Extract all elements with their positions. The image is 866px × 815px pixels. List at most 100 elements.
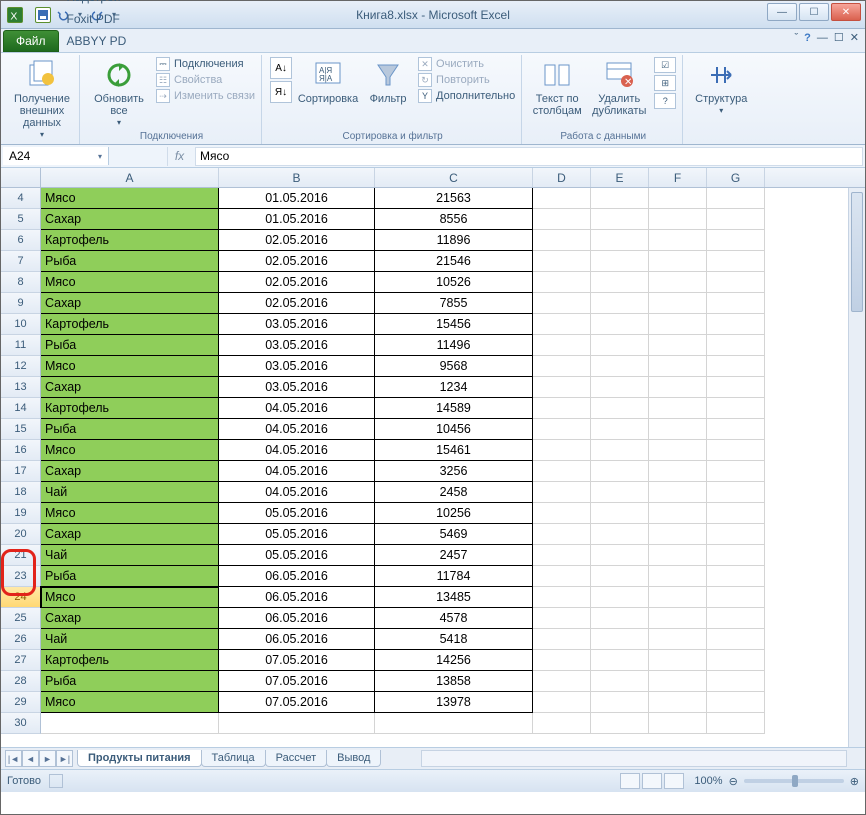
row-header[interactable]: 8 xyxy=(1,272,41,293)
col-header-E[interactable]: E xyxy=(591,168,649,187)
cell[interactable] xyxy=(219,713,375,734)
sheet-nav-first[interactable]: |◄ xyxy=(5,750,22,767)
macro-record-icon[interactable] xyxy=(49,774,63,788)
sheet-nav-last[interactable]: ►| xyxy=(56,750,73,767)
cell[interactable] xyxy=(707,671,765,692)
cell[interactable]: 15461 xyxy=(375,440,533,461)
cell[interactable] xyxy=(591,272,649,293)
cell[interactable]: 1234 xyxy=(375,377,533,398)
cell[interactable] xyxy=(649,587,707,608)
cell[interactable] xyxy=(707,482,765,503)
col-header-G[interactable]: G xyxy=(707,168,765,187)
cell[interactable] xyxy=(533,272,591,293)
cell[interactable]: Мясо xyxy=(41,692,219,713)
cell[interactable]: 07.05.2016 xyxy=(219,650,375,671)
cell[interactable] xyxy=(591,503,649,524)
cell[interactable]: 03.05.2016 xyxy=(219,314,375,335)
cell[interactable]: 13485 xyxy=(375,587,533,608)
cell[interactable]: Мясо xyxy=(41,272,219,293)
cell[interactable] xyxy=(707,314,765,335)
consolidate-button[interactable]: ⊞ xyxy=(654,75,676,91)
cell[interactable] xyxy=(591,209,649,230)
cell[interactable]: 13858 xyxy=(375,671,533,692)
cell[interactable] xyxy=(591,314,649,335)
cell[interactable] xyxy=(649,398,707,419)
col-header-C[interactable]: C xyxy=(375,168,533,187)
cell[interactable] xyxy=(533,482,591,503)
data-validation-button[interactable]: ☑ xyxy=(654,57,676,73)
cell[interactable]: Рыба xyxy=(41,419,219,440)
row-header[interactable]: 14 xyxy=(1,398,41,419)
cell[interactable] xyxy=(533,251,591,272)
cell[interactable] xyxy=(649,608,707,629)
cell[interactable] xyxy=(591,587,649,608)
cell[interactable]: 11784 xyxy=(375,566,533,587)
cell[interactable] xyxy=(533,713,591,734)
cell[interactable]: Рыба xyxy=(41,335,219,356)
minimize-button[interactable]: — xyxy=(767,3,797,21)
cell[interactable] xyxy=(591,608,649,629)
cell[interactable] xyxy=(649,650,707,671)
cell[interactable] xyxy=(649,482,707,503)
cell[interactable]: Чай xyxy=(41,629,219,650)
cell[interactable] xyxy=(649,188,707,209)
cell[interactable] xyxy=(591,461,649,482)
row-header[interactable]: 10 xyxy=(1,314,41,335)
cell[interactable]: 02.05.2016 xyxy=(219,251,375,272)
cell[interactable]: Мясо xyxy=(41,503,219,524)
cell[interactable] xyxy=(649,461,707,482)
cell[interactable] xyxy=(533,419,591,440)
cell[interactable]: 03.05.2016 xyxy=(219,335,375,356)
cell[interactable] xyxy=(533,566,591,587)
row-header[interactable]: 21 xyxy=(1,545,41,566)
view-layout-button[interactable] xyxy=(642,773,662,789)
cell[interactable]: 02.05.2016 xyxy=(219,230,375,251)
cell[interactable]: Сахар xyxy=(41,524,219,545)
cell[interactable]: 4578 xyxy=(375,608,533,629)
cell[interactable]: Сахар xyxy=(41,608,219,629)
row-header[interactable]: 15 xyxy=(1,419,41,440)
cell[interactable] xyxy=(591,713,649,734)
cell[interactable]: 02.05.2016 xyxy=(219,293,375,314)
row-header[interactable]: 11 xyxy=(1,335,41,356)
cell[interactable] xyxy=(533,461,591,482)
row-header[interactable]: 24 xyxy=(1,587,41,608)
cell[interactable] xyxy=(533,671,591,692)
cell[interactable]: 10256 xyxy=(375,503,533,524)
cell[interactable]: 14589 xyxy=(375,398,533,419)
cell[interactable] xyxy=(649,251,707,272)
cell[interactable]: 9568 xyxy=(375,356,533,377)
cell[interactable] xyxy=(707,692,765,713)
cell[interactable] xyxy=(707,608,765,629)
cell[interactable]: Сахар xyxy=(41,377,219,398)
cell[interactable] xyxy=(649,713,707,734)
row-header[interactable]: 13 xyxy=(1,377,41,398)
cell[interactable]: 5418 xyxy=(375,629,533,650)
doc-restore-icon[interactable]: ☐ xyxy=(834,31,844,44)
cell[interactable] xyxy=(707,209,765,230)
cell[interactable] xyxy=(649,629,707,650)
cell[interactable]: 13978 xyxy=(375,692,533,713)
cell[interactable] xyxy=(533,209,591,230)
cell[interactable] xyxy=(707,566,765,587)
cell[interactable]: Чай xyxy=(41,482,219,503)
cell[interactable] xyxy=(591,230,649,251)
whatif-button[interactable]: ? xyxy=(654,93,676,109)
cell[interactable] xyxy=(707,419,765,440)
row-header[interactable]: 26 xyxy=(1,629,41,650)
row-header[interactable]: 17 xyxy=(1,461,41,482)
cell[interactable] xyxy=(533,650,591,671)
sheet-tab[interactable]: Рассчет xyxy=(265,750,328,767)
get-external-data-button[interactable]: Получение внешних данных ▾ xyxy=(11,57,73,141)
cell[interactable] xyxy=(591,251,649,272)
cell[interactable] xyxy=(41,713,219,734)
cell[interactable] xyxy=(707,713,765,734)
row-header[interactable]: 29 xyxy=(1,692,41,713)
cell[interactable]: Рыба xyxy=(41,566,219,587)
sort-desc-button[interactable]: Я↓ xyxy=(270,81,292,103)
refresh-all-button[interactable]: Обновить все ▾ xyxy=(88,57,150,129)
name-box[interactable]: A24 ▾ xyxy=(3,147,109,165)
sort-asc-button[interactable]: A↓ xyxy=(270,57,292,79)
cell[interactable]: Рыба xyxy=(41,671,219,692)
row-header[interactable]: 28 xyxy=(1,671,41,692)
